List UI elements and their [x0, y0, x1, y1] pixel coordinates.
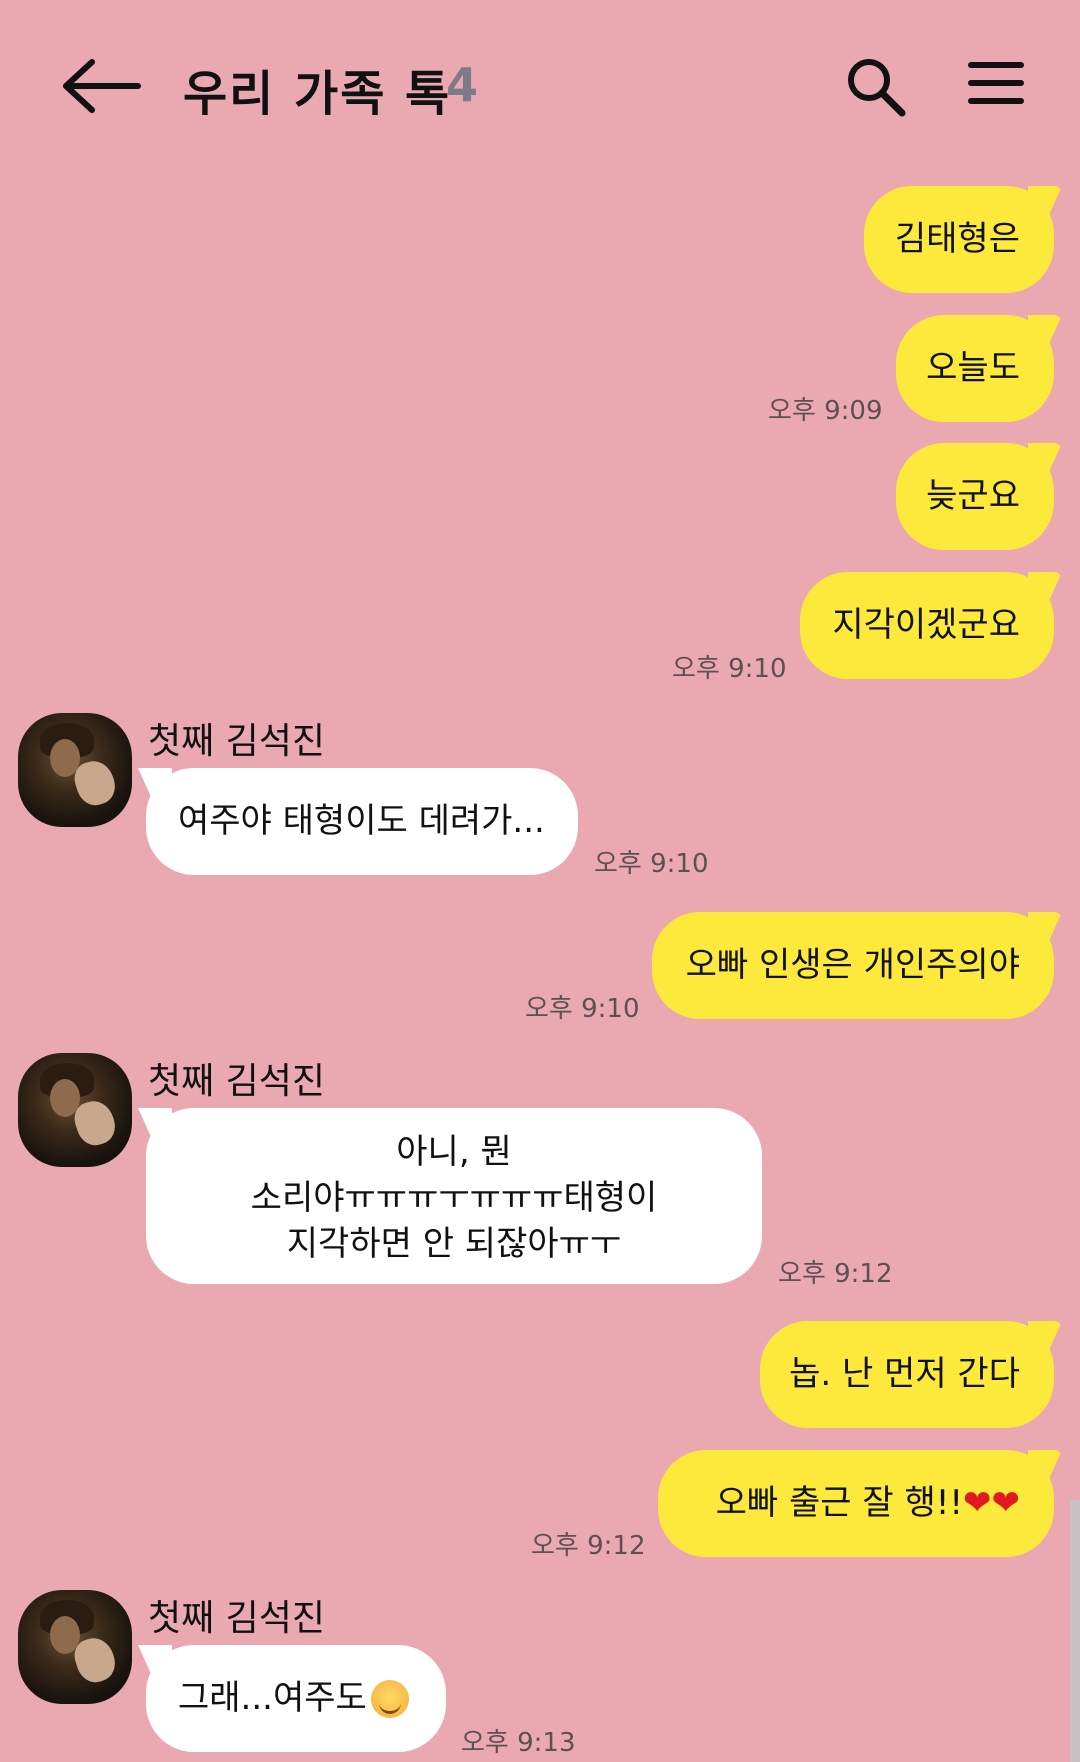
menu-icon: [968, 62, 1024, 104]
message-text: 여주야 태형이도 데려가...: [178, 800, 545, 841]
menu-button[interactable]: [968, 60, 1024, 106]
message-line: 지각하면 안 되잖아ㅠㅜ: [286, 1223, 622, 1264]
their-message-bubble[interactable]: 그래...여주도: [146, 1645, 446, 1752]
my-message-bubble[interactable]: 김태형은: [864, 186, 1054, 293]
message-time: 오후 9:10: [672, 654, 787, 684]
message-time: 오후 9:10: [525, 994, 640, 1024]
message-line: 아니, 뭔: [396, 1132, 512, 1172]
my-message-bubble[interactable]: 오빠 출근 잘 행!! ❤❤: [658, 1450, 1054, 1557]
message-text: 오빠 인생은 개인주의야: [685, 944, 1020, 985]
chat-header: 우리 가족 톡 4: [0, 0, 1080, 170]
message-text: 오늘도: [926, 347, 1020, 388]
my-message-bubble[interactable]: 오빠 인생은 개인주의야: [652, 912, 1054, 1019]
arrow-left-icon: [63, 59, 141, 113]
scrollbar[interactable]: [1070, 1500, 1080, 1762]
message-time: 오후 9:13: [461, 1728, 576, 1758]
chat-title: 우리 가족 톡: [183, 66, 452, 122]
avatar[interactable]: [18, 1053, 132, 1167]
sender-name: 첫째 김석진: [148, 721, 326, 762]
back-button[interactable]: [58, 58, 148, 114]
message-line: 소리야ㅠㅠㅠㅜㅠㅠㅠ태형이: [250, 1177, 658, 1218]
their-message-bubble[interactable]: 여주야 태형이도 데려가...: [146, 768, 578, 875]
message-text: 늦군요: [926, 475, 1020, 516]
message-text: 지각이겠군요: [832, 604, 1020, 645]
smiling-face-icon: [370, 1679, 409, 1718]
message-time: 오후 9:09: [768, 396, 883, 426]
message-time: 오후 9:12: [531, 1531, 646, 1561]
message-time: 오후 9:10: [594, 849, 709, 879]
avatar[interactable]: [18, 713, 132, 827]
avatar[interactable]: [18, 1590, 132, 1704]
heart-icon: ❤❤: [963, 1482, 1020, 1523]
my-message-bubble[interactable]: 늦군요: [896, 443, 1054, 550]
my-message-bubble[interactable]: 지각이겠군요: [800, 572, 1054, 679]
member-count: 4: [446, 58, 479, 112]
my-message-bubble[interactable]: 오늘도: [896, 315, 1054, 422]
message-text: 오빠 출근 잘 행!!: [715, 1482, 964, 1523]
sender-name: 첫째 김석진: [148, 1061, 326, 1102]
my-message-bubble[interactable]: 놉. 난 먼저 간다: [760, 1321, 1054, 1428]
message-time: 오후 9:12: [778, 1259, 893, 1289]
message-text: 김태형은: [894, 218, 1020, 259]
their-message-bubble[interactable]: 아니, 뭔 소리야ㅠㅠㅠㅜㅠㅠㅠ태형이 지각하면 안 되잖아ㅠㅜ: [146, 1108, 762, 1284]
sender-name: 첫째 김석진: [148, 1598, 326, 1639]
message-text: 놉. 난 먼저 간다: [789, 1353, 1020, 1394]
message-text: 그래...여주도: [178, 1677, 367, 1718]
search-icon: [848, 59, 906, 117]
search-button[interactable]: [845, 56, 907, 118]
